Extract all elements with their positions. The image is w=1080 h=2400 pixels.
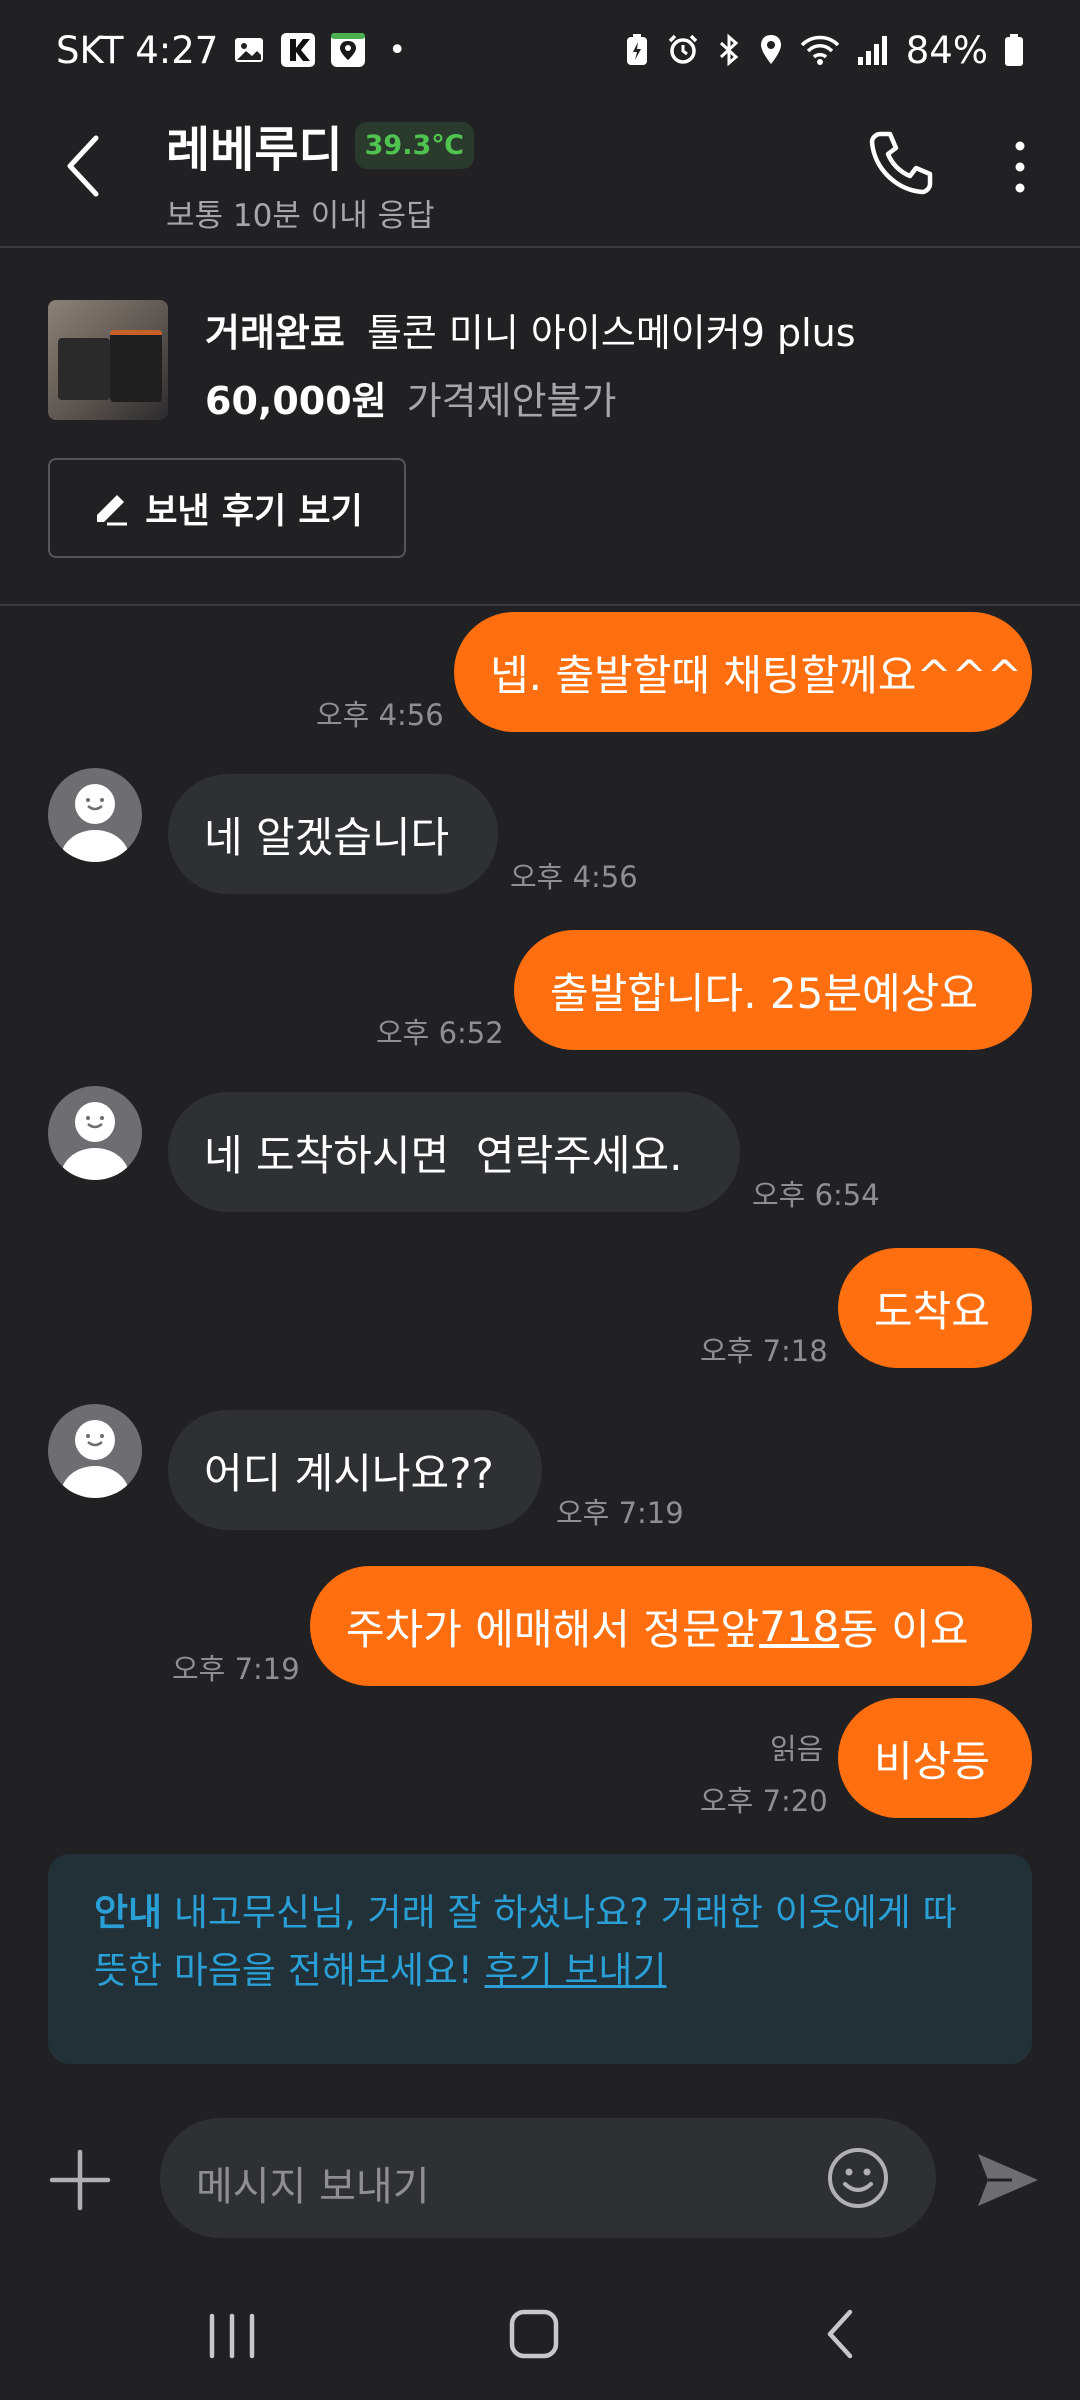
message-time: 오후 6:54 xyxy=(752,1178,880,1212)
message-text: 도착요 xyxy=(874,1286,990,1336)
battery-percent: 84% xyxy=(905,28,988,72)
pencil-icon xyxy=(97,495,128,526)
message-input[interactable]: 메시지 보내기 xyxy=(160,2118,936,2238)
emoji-button[interactable] xyxy=(826,2146,890,2210)
battery-saver-icon xyxy=(624,33,650,67)
default-profile-icon xyxy=(61,1102,129,1180)
app-k-notification-icon xyxy=(280,32,316,68)
battery-icon xyxy=(1004,33,1024,67)
product-thumbnail[interactable] xyxy=(48,300,168,420)
message-text: 출발합니다. 25분예상요 xyxy=(550,968,978,1018)
message-time: 오후 7:20 xyxy=(700,1784,828,1818)
home-button[interactable] xyxy=(506,2304,562,2364)
system-back-button[interactable] xyxy=(820,2304,860,2364)
recent-apps-button[interactable] xyxy=(200,2306,264,2366)
thumbnail-shape xyxy=(110,330,162,402)
status-right: 84% xyxy=(624,29,1024,72)
send-icon xyxy=(978,2154,1038,2206)
outgoing-message[interactable]: 도착요 xyxy=(838,1248,1032,1368)
home-icon xyxy=(509,2309,559,2359)
status-bar: SKT 4:27 • 84% xyxy=(0,0,1080,100)
gallery-notification-icon xyxy=(232,33,266,67)
notification-dot-icon: • xyxy=(388,32,407,68)
send-button[interactable] xyxy=(972,2144,1044,2216)
partner-avatar[interactable] xyxy=(48,768,142,862)
back-button[interactable] xyxy=(56,130,116,200)
trade-status: 거래완료 xyxy=(205,311,345,355)
more-options-button[interactable] xyxy=(1000,132,1040,202)
thumbnail-shape xyxy=(58,338,110,400)
message-text: 네 도착하시면 연락주세요. xyxy=(204,1130,683,1180)
sent-review-label: 보낸 후기 보기 xyxy=(145,491,363,532)
message-text: 비상등 xyxy=(874,1736,990,1786)
status-left: SKT 4:27 • xyxy=(56,29,406,72)
back-arrow-icon xyxy=(67,135,99,197)
alarm-icon xyxy=(666,33,700,67)
message-time: 오후 4:56 xyxy=(316,698,444,732)
attach-button[interactable] xyxy=(44,2144,116,2216)
message-time: 오후 4:56 xyxy=(510,860,638,894)
message-text: 어디 계시나요?? xyxy=(204,1448,494,1498)
partner-avatar[interactable] xyxy=(48,1086,142,1180)
message-text: 동 이요 xyxy=(839,1604,969,1654)
review-notice: 안내 내고무신님, 거래 잘 하셨나요? 거래한 이웃에게 따뜻한 마음을 전해… xyxy=(48,1854,1032,2064)
send-review-link[interactable]: 후기 보내기 xyxy=(485,1949,667,1992)
chat-header: 레베루디 39.3℃ 보통 10분 이내 응답 xyxy=(0,100,1080,248)
title-row: 레베루디 39.3℃ xyxy=(166,110,474,180)
price-negotiation: 가격제안불가 xyxy=(406,379,617,423)
message-input-placeholder: 메시지 보내기 xyxy=(196,2164,430,2210)
incoming-message[interactable]: 네 도착하시면 연락주세요. xyxy=(168,1092,740,1212)
message-time: 오후 7:18 xyxy=(700,1334,828,1368)
location-icon xyxy=(758,33,784,67)
phone-icon xyxy=(869,131,933,195)
product-price-line: 60,000원 가격제안불가 xyxy=(205,370,616,425)
read-receipt: 읽음 xyxy=(770,1732,824,1766)
smiley-icon xyxy=(828,2148,888,2208)
outgoing-message[interactable]: 출발합니다. 25분예상요 xyxy=(514,930,1032,1050)
manner-temperature-badge[interactable]: 39.3℃ xyxy=(354,121,474,169)
signal-icon xyxy=(856,33,890,67)
message-time: 오후 6:52 xyxy=(376,1016,504,1050)
outgoing-message[interactable]: 주차가 에매해서 정문앞 718 동 이요 xyxy=(310,1566,1032,1686)
location-app-notification-icon xyxy=(330,32,366,68)
title-block: 레베루디 39.3℃ 보통 10분 이내 응답 xyxy=(166,110,474,235)
incoming-message[interactable]: 네 알겠습니다 xyxy=(168,774,498,894)
product-price: 60,000원 xyxy=(205,379,387,423)
sent-review-button[interactable]: 보낸 후기 보기 xyxy=(48,458,406,558)
partner-avatar[interactable] xyxy=(48,1404,142,1498)
product-card[interactable]: 거래완료 툴콘 미니 아이스메이커9 plus 60,000원 가격제안불가 보… xyxy=(0,250,1080,606)
message-link-number[interactable]: 718 xyxy=(759,1602,839,1651)
bluetooth-icon xyxy=(716,33,742,67)
notice-label: 안내 xyxy=(94,1891,163,1934)
more-vertical-icon xyxy=(1015,141,1025,193)
carrier-time: SKT 4:27 xyxy=(56,28,219,72)
product-title: 툴콘 미니 아이스메이커9 plus xyxy=(366,311,856,355)
call-button[interactable] xyxy=(866,128,936,198)
wifi-icon xyxy=(800,33,840,67)
message-text: 넵. 출발할때 채팅할께요^^^ xyxy=(490,650,1023,700)
message-text: 네 알겠습니다 xyxy=(204,812,450,862)
response-time-text: 보통 10분 이내 응답 xyxy=(166,198,435,234)
recent-apps-icon xyxy=(209,2313,255,2359)
outgoing-message[interactable]: 비상등 xyxy=(838,1698,1032,1818)
partner-name[interactable]: 레베루디 xyxy=(166,110,343,180)
incoming-message[interactable]: 어디 계시나요?? xyxy=(168,1410,542,1530)
system-nav-bar xyxy=(0,2270,1080,2400)
message-time: 오후 7:19 xyxy=(172,1652,300,1686)
message-text: 주차가 에매해서 정문앞 xyxy=(346,1604,760,1654)
product-title-line: 거래완료 툴콘 미니 아이스메이커9 plus xyxy=(205,302,856,357)
plus-icon xyxy=(49,2149,111,2211)
default-profile-icon xyxy=(61,784,129,862)
message-time: 오후 7:19 xyxy=(556,1496,684,1530)
default-profile-icon xyxy=(61,1420,129,1498)
outgoing-message[interactable]: 넵. 출발할때 채팅할께요^^^ xyxy=(454,612,1032,732)
system-back-icon xyxy=(827,2309,853,2359)
